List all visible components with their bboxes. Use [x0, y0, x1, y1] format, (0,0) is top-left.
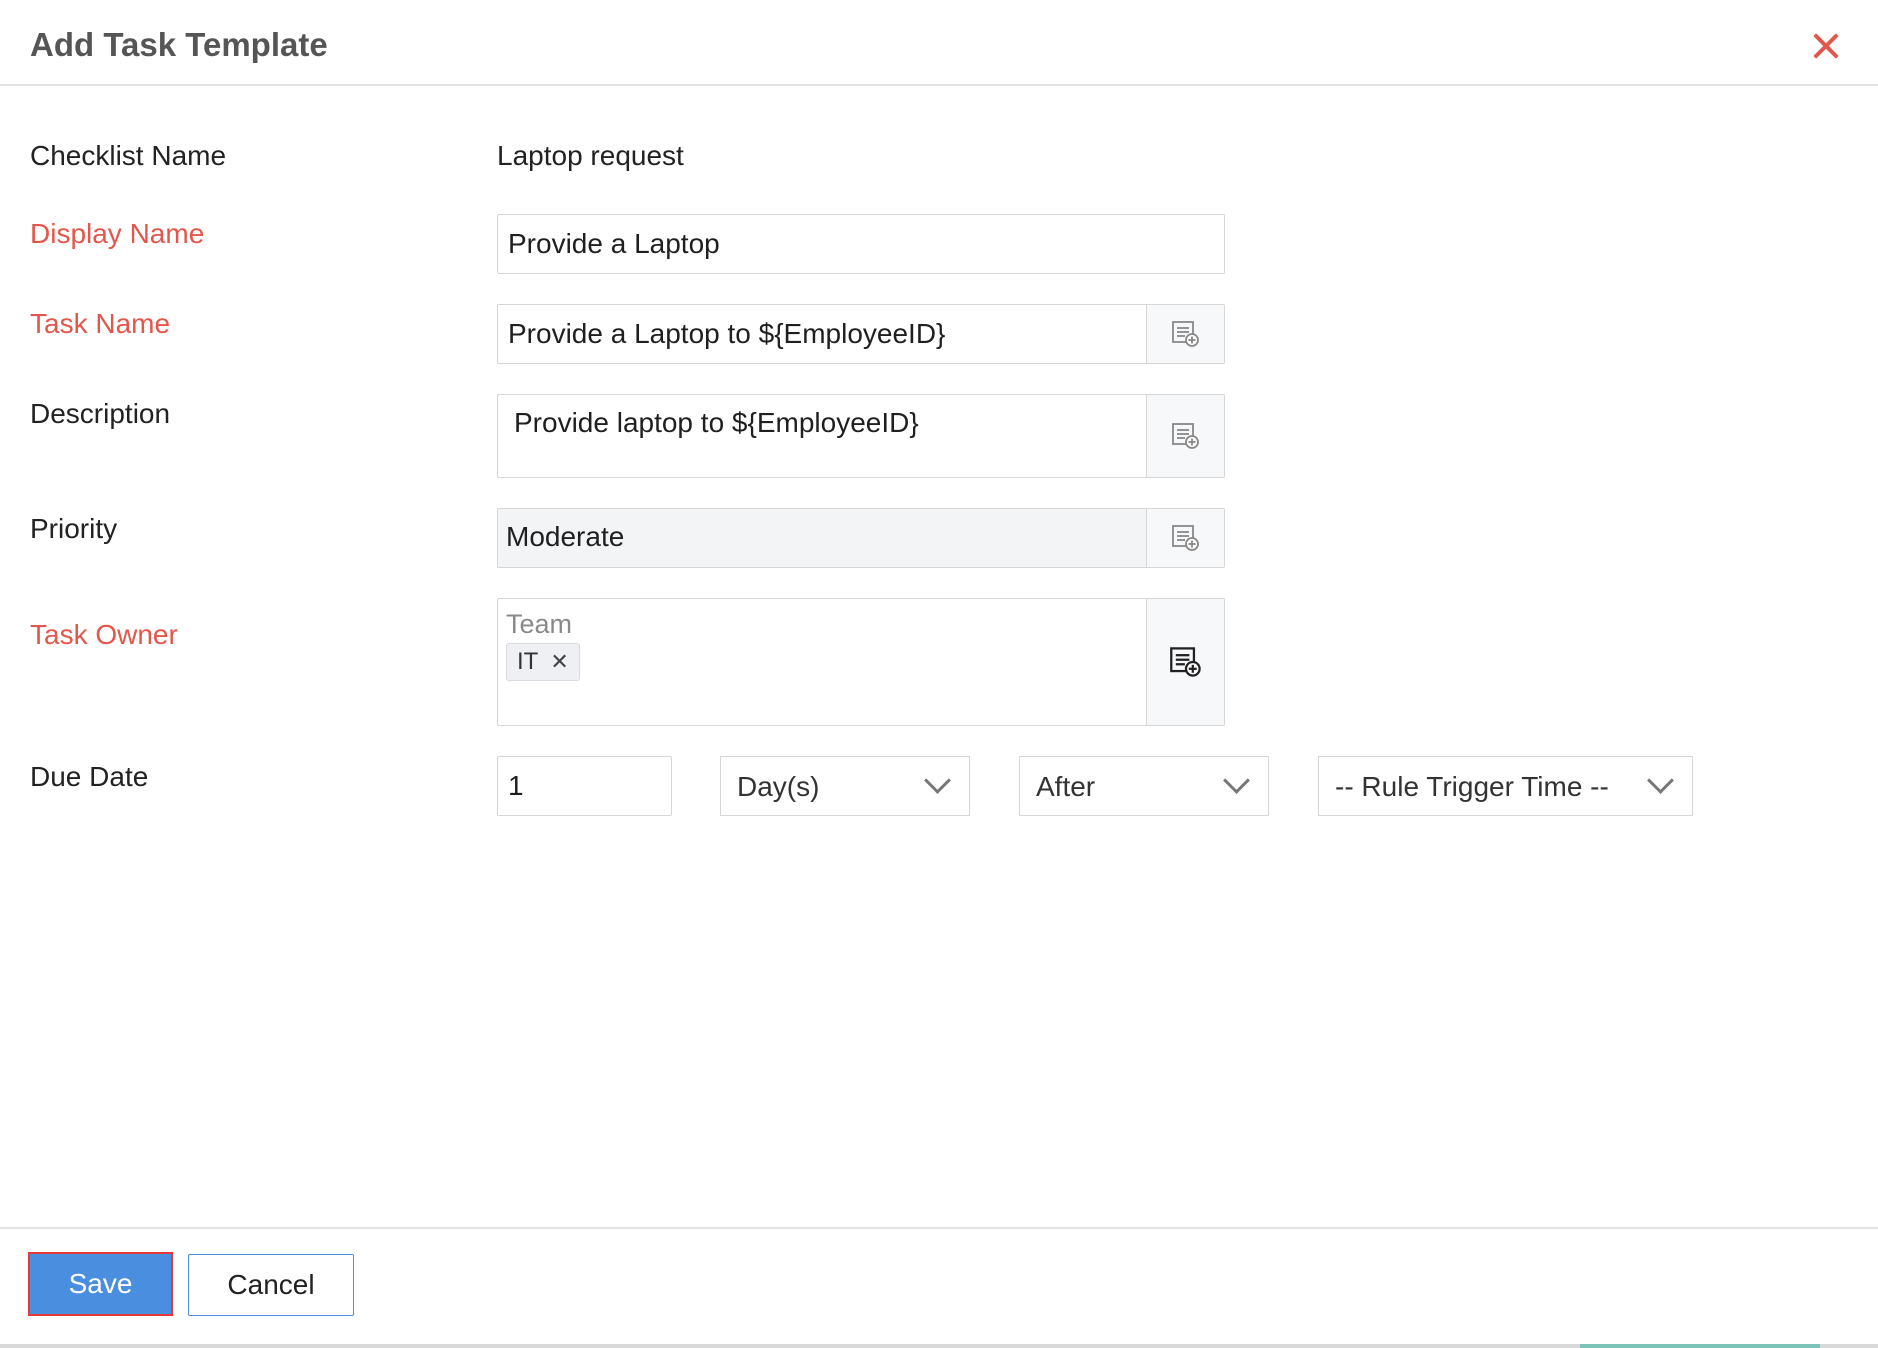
tag-chip: IT ✕ [506, 643, 580, 681]
insert-field-button[interactable] [1146, 395, 1224, 477]
insert-variable-icon [1169, 647, 1201, 677]
insert-variable-icon [1171, 423, 1199, 449]
task-owner-label: Task Owner [30, 619, 178, 650]
due-date-label: Due Date [30, 761, 149, 792]
due-date-unit-select[interactable]: Day(s) [720, 756, 970, 816]
cancel-button[interactable]: Cancel [188, 1254, 354, 1316]
remove-tag-icon[interactable]: ✕ [550, 644, 568, 680]
insert-variable-icon [1171, 321, 1199, 347]
task-owner-placeholder: Team [506, 609, 573, 639]
task-name-label: Task Name [30, 308, 171, 339]
due-date-relation-value: After [1036, 771, 1096, 802]
task-owner-field[interactable]: Team IT ✕ [497, 598, 1225, 726]
display-name-label: Display Name [30, 218, 205, 249]
dialog-header: Add Task Template [0, 0, 1878, 86]
chevron-down-icon [924, 767, 951, 794]
description-label: Description [30, 398, 171, 429]
checklist-name-value: Laptop request [497, 140, 684, 171]
priority-field[interactable]: Moderate [497, 508, 1225, 568]
description-field[interactable]: Provide laptop to ${EmployeeID} [497, 394, 1225, 478]
insert-variable-icon [1171, 525, 1199, 551]
priority-label: Priority [30, 513, 118, 544]
due-date-amount-input[interactable] [506, 769, 671, 803]
display-name-field[interactable] [497, 214, 1225, 274]
insert-field-button[interactable] [1146, 305, 1224, 363]
chevron-down-icon [1223, 767, 1250, 794]
save-button-label: Save [68, 1268, 133, 1299]
task-name-input[interactable] [506, 317, 1146, 351]
due-date-amount-field[interactable] [497, 756, 672, 816]
save-button[interactable]: Save [28, 1252, 173, 1316]
bottom-accent-bar [1580, 1344, 1820, 1348]
priority-value[interactable]: Moderate [506, 521, 1146, 553]
insert-field-button[interactable] [1146, 509, 1224, 567]
description-textarea[interactable]: Provide laptop to ${EmployeeID} [514, 407, 1146, 439]
due-date-reference-select[interactable]: -- Rule Trigger Time -- [1318, 756, 1693, 816]
due-date-relation-select[interactable]: After [1019, 756, 1269, 816]
task-name-field[interactable] [497, 304, 1225, 364]
close-icon[interactable] [1810, 30, 1842, 62]
dialog-title: Add Task Template [30, 26, 328, 63]
checklist-name-label: Checklist Name [30, 140, 227, 171]
due-date-unit-value: Day(s) [737, 771, 820, 802]
tag-chip-label: IT [517, 648, 539, 675]
display-name-input[interactable] [506, 227, 1224, 261]
due-date-reference-value: -- Rule Trigger Time -- [1335, 771, 1609, 802]
chevron-down-icon [1647, 767, 1674, 794]
add-owner-button[interactable] [1146, 599, 1224, 725]
